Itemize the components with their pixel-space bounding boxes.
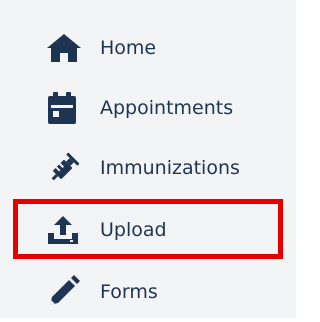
calendar-icon: [46, 89, 84, 127]
nav-item-appointments-label: Appointments: [100, 97, 234, 119]
nav-item-forms[interactable]: Forms: [0, 262, 296, 322]
pencil-icon: [46, 273, 84, 311]
nav-item-appointments[interactable]: Appointments: [0, 78, 296, 138]
nav-item-immunizations[interactable]: Immunizations: [0, 138, 296, 198]
sidebar-nav: Home Appointments Immunizations Upload F…: [0, 0, 296, 318]
nav-item-forms-label: Forms: [100, 281, 158, 303]
upload-icon: [46, 211, 84, 249]
nav-item-home[interactable]: Home: [0, 18, 296, 78]
syringe-icon: [46, 149, 84, 187]
nav-item-upload[interactable]: Upload: [0, 200, 296, 260]
nav-item-home-label: Home: [100, 37, 157, 59]
home-icon: [46, 29, 84, 67]
nav-item-immunizations-label: Immunizations: [100, 157, 240, 179]
nav-item-upload-label: Upload: [100, 219, 167, 241]
